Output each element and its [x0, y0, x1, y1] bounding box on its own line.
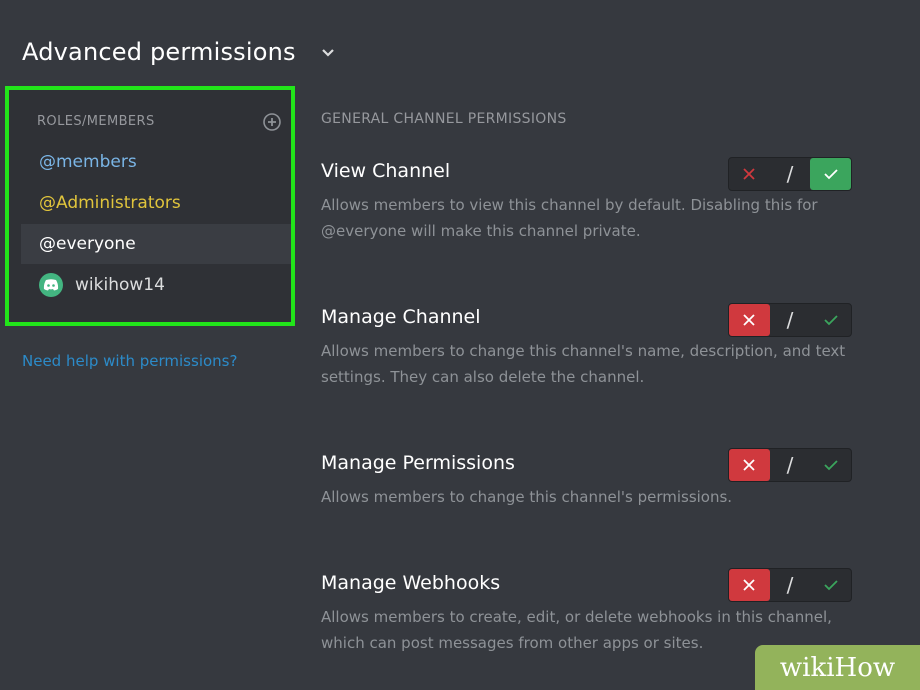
x-icon: [743, 168, 755, 180]
deny-button[interactable]: [729, 569, 770, 601]
permission-toggle-manage-channel: /: [728, 303, 852, 337]
chevron-down-icon[interactable]: [316, 40, 340, 64]
neutral-button[interactable]: /: [770, 304, 811, 336]
neutral-button[interactable]: /: [770, 569, 811, 601]
check-icon: [824, 580, 838, 591]
neutral-button[interactable]: /: [770, 449, 811, 481]
allow-button[interactable]: [810, 304, 851, 336]
allow-button[interactable]: [810, 158, 852, 190]
permission-description: Allows members to change this channel's …: [321, 342, 846, 386]
toggle-separator: /: [786, 308, 794, 332]
add-circle-icon[interactable]: [263, 113, 281, 131]
role-item-everyone[interactable]: @everyone: [21, 224, 291, 264]
roles-members-panel: ROLES/MEMBERS @members @Administrators @…: [5, 86, 295, 326]
allow-button[interactable]: [810, 569, 851, 601]
role-label: @everyone: [39, 234, 136, 254]
x-icon: [743, 314, 755, 326]
permission-toggle-view-channel: /: [728, 157, 852, 191]
check-icon: [824, 315, 838, 326]
role-item-members[interactable]: @members: [21, 142, 291, 182]
wikihow-watermark: wikiHow: [755, 645, 920, 690]
page-title: Advanced permissions: [22, 38, 296, 66]
permission-toggle-manage-webhooks: /: [728, 568, 852, 602]
neutral-button[interactable]: /: [770, 158, 811, 190]
x-icon: [743, 459, 755, 471]
role-item-administrators[interactable]: @Administrators: [21, 183, 291, 223]
toggle-separator: /: [786, 573, 794, 597]
deny-button[interactable]: [729, 449, 770, 481]
check-icon: [824, 460, 838, 471]
role-label: @members: [39, 152, 137, 172]
permission-description: Allows members to view this channel by d…: [321, 196, 818, 240]
check-icon: [824, 169, 838, 180]
permission-description: Allows members to change this channel's …: [321, 488, 733, 506]
page-header: Advanced permissions: [22, 38, 340, 66]
member-label: wikihow14: [75, 275, 165, 295]
discord-avatar-icon: [39, 273, 63, 297]
allow-button[interactable]: [810, 449, 851, 481]
member-item-wikihow14[interactable]: wikihow14: [21, 265, 291, 305]
toggle-separator: /: [786, 453, 794, 477]
roles-members-heading: ROLES/MEMBERS: [37, 114, 155, 129]
deny-button[interactable]: [729, 304, 770, 336]
permission-toggle-manage-permissions: /: [728, 448, 852, 482]
role-label: @Administrators: [39, 193, 181, 213]
x-icon: [743, 579, 755, 591]
toggle-separator: /: [786, 162, 794, 186]
permissions-help-link[interactable]: Need help with permissions?: [22, 352, 237, 370]
section-heading: GENERAL CHANNEL PERMISSIONS: [321, 111, 567, 127]
deny-button[interactable]: [729, 158, 770, 190]
